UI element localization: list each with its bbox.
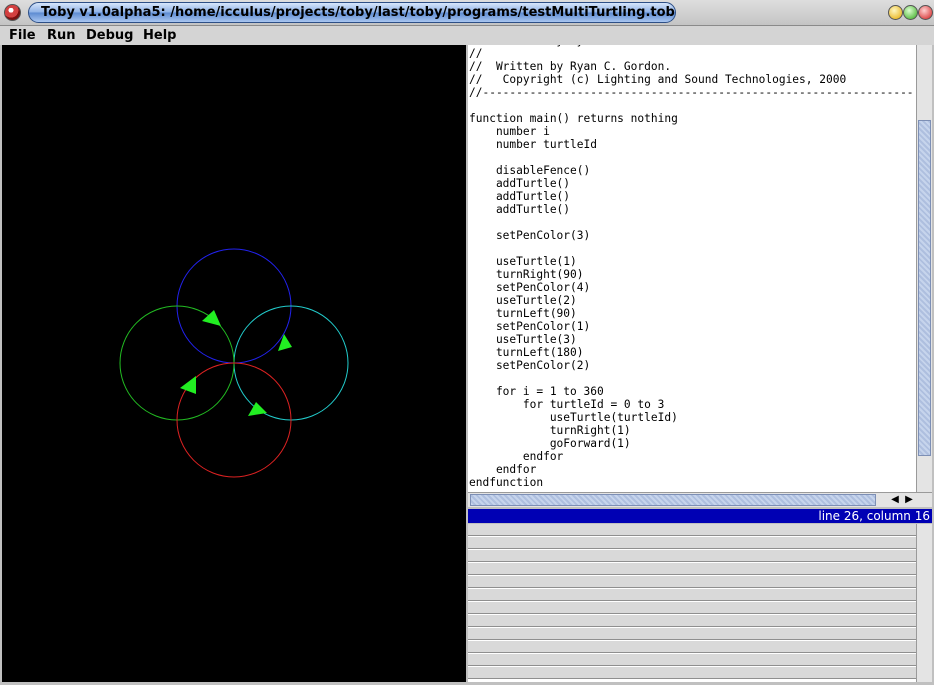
output-row[interactable] — [468, 602, 916, 614]
minimize-button[interactable] — [888, 5, 903, 20]
menu-run[interactable]: Run — [47, 26, 76, 45]
cursor-position: line 26, column 16 — [818, 509, 930, 523]
menu-bar: File Run Debug Help — [0, 26, 934, 45]
output-row[interactable] — [468, 524, 916, 536]
output-row[interactable] — [468, 576, 916, 588]
output-row[interactable] — [468, 667, 916, 679]
output-row[interactable] — [468, 654, 916, 666]
app-menu-icon[interactable] — [4, 4, 21, 21]
menu-debug[interactable]: Debug — [86, 26, 133, 45]
editor-horizontal-scrollbar[interactable]: ◀ ▶ — [468, 492, 932, 507]
turtle-icon — [180, 376, 196, 394]
output-panel[interactable] — [468, 524, 916, 682]
cursor-status-bar: line 26, column 16 — [468, 509, 932, 523]
close-button[interactable] — [918, 5, 933, 20]
output-row[interactable] — [468, 563, 916, 575]
window-title[interactable]: Toby v1.0alpha5: /home/icculus/projects/… — [28, 2, 676, 23]
turtle-icon — [278, 334, 292, 351]
menu-help[interactable]: Help — [143, 26, 176, 45]
turtle-drawing — [119, 248, 349, 478]
turtle-icon — [202, 310, 221, 326]
editor-vertical-scrollbar[interactable] — [916, 45, 932, 492]
editor-vertical-scroll-thumb[interactable] — [918, 120, 931, 456]
output-row[interactable] — [468, 589, 916, 601]
code-editor[interactable]: // Written by Ryan C. Gordon. // // Writ… — [468, 45, 916, 492]
output-row[interactable] — [468, 537, 916, 549]
scroll-right-arrow-icon[interactable]: ▶ — [902, 493, 916, 506]
turtle-path-circle-blue — [176, 248, 292, 364]
output-row[interactable] — [468, 615, 916, 627]
menu-file[interactable]: File — [9, 26, 36, 45]
title-bar: Toby v1.0alpha5: /home/icculus/projects/… — [0, 0, 934, 26]
editor-horizontal-scroll-thumb[interactable] — [470, 494, 876, 506]
output-vertical-scrollbar[interactable] — [916, 524, 932, 682]
source-code[interactable]: // Written by Ryan C. Gordon. // // Writ… — [469, 45, 914, 489]
output-row[interactable] — [468, 628, 916, 640]
turtle-canvas[interactable] — [2, 45, 466, 682]
output-row[interactable] — [468, 550, 916, 562]
output-row[interactable] — [468, 641, 916, 653]
maximize-button[interactable] — [903, 5, 918, 20]
scroll-left-arrow-icon[interactable]: ◀ — [888, 493, 902, 506]
turtle-path-circle-cyan — [233, 305, 349, 421]
